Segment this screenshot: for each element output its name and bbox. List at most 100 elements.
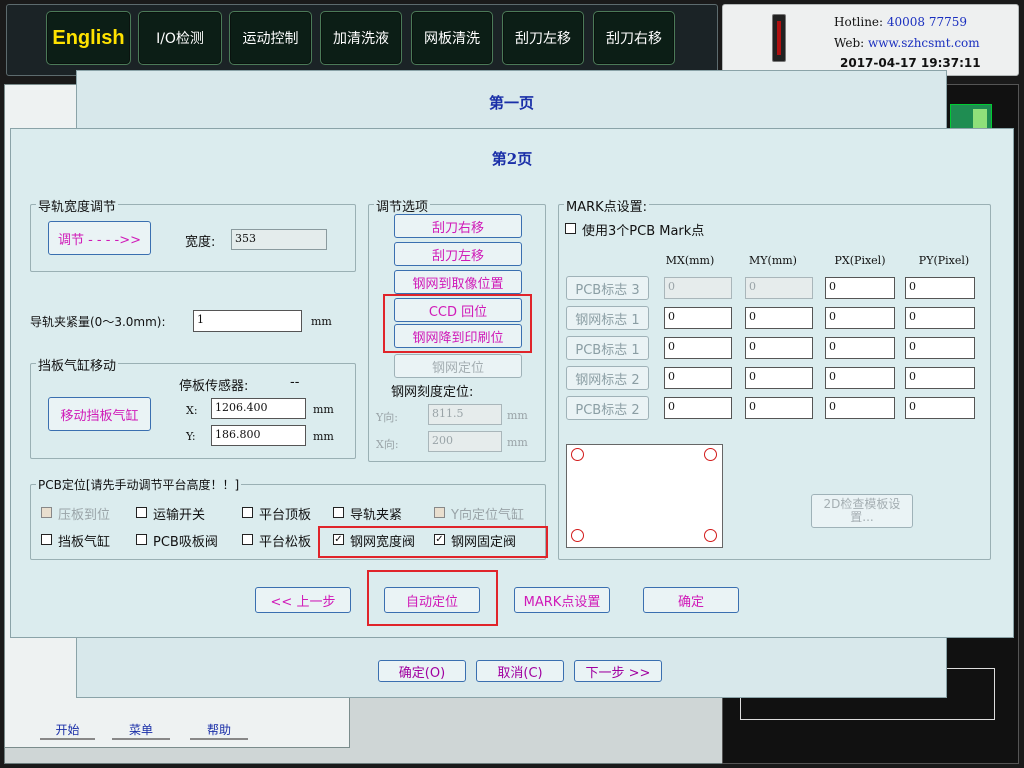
stencil-to-capture-button[interactable]: 钢网到取像位置 [394, 270, 522, 294]
mark-value-field[interactable]: 0 [745, 307, 813, 329]
prev-step-button[interactable]: << 上一步 [255, 587, 351, 613]
clamp-unit: mm [311, 315, 332, 328]
stopper-x-unit: mm [313, 403, 334, 416]
squeegee-right-button[interactable]: 刮刀右移 [593, 11, 675, 65]
mark-point-icon [571, 448, 584, 461]
stencil-position-button[interactable]: 钢网定位 [394, 354, 522, 378]
mark-point-icon [704, 448, 717, 461]
mark-value-field[interactable]: 0 [664, 337, 732, 359]
io-check-button[interactable]: I/O检测 [138, 11, 222, 65]
pcb-option-label: 压板到位 [58, 508, 111, 523]
mark-value-field[interactable]: 0 [664, 397, 732, 419]
stopper-sensor-label: 停板传感器: [179, 379, 249, 394]
stencil-x-unit: mm [507, 436, 528, 449]
mark-header-py: PY(Pixel) [918, 254, 970, 267]
pcb-option-label: Y向定位气缸 [451, 508, 524, 523]
web-label: Web: [834, 36, 865, 50]
squeegee-left-option-button[interactable]: 刮刀左移 [394, 242, 522, 266]
mark-value-field[interactable]: 0 [664, 367, 732, 389]
mark-value-field[interactable]: 0 [745, 367, 813, 389]
tab-menu[interactable]: 菜单 [112, 720, 170, 740]
mark-header-px: PX(Pixel) [834, 254, 886, 267]
mark-value-field[interactable]: 0 [905, 367, 975, 389]
mark-value-field[interactable]: 0 [664, 307, 732, 329]
stopper-x-field[interactable]: 1206.400 [211, 398, 306, 419]
mark-point-icon [704, 529, 717, 542]
mark-settings-button[interactable]: MARK点设置 [514, 587, 610, 613]
squeegee-right-option-button[interactable]: 刮刀右移 [394, 214, 522, 238]
stencil-x-field[interactable]: 200 [428, 431, 502, 452]
pcb-option-label: PCB吸板阀 [153, 535, 218, 550]
mark-value-field[interactable]: 0 [664, 277, 732, 299]
dialog1-ok-button[interactable]: 确定(O) [378, 660, 466, 682]
2d-template-button[interactable]: 2D检查模板设置... [811, 494, 913, 528]
pcb-option-checkbox[interactable] [41, 507, 52, 518]
pcb-option-label: 平台松板 [259, 535, 312, 550]
mark-value-field[interactable]: 0 [905, 307, 975, 329]
pcb-option-checkbox[interactable] [333, 507, 344, 518]
mark-row-button[interactable]: 钢网标志 2 [566, 366, 649, 390]
mark-value-field[interactable]: 0 [745, 277, 813, 299]
use-3-mark-checkbox[interactable] [565, 223, 576, 234]
pcb-option-checkbox[interactable] [136, 507, 147, 518]
stencil-x-label: X向: [376, 438, 399, 451]
mark-value-field[interactable]: 0 [905, 337, 975, 359]
mark-row-button[interactable]: PCB标志 2 [566, 396, 649, 420]
dialog1-cancel-button[interactable]: 取消(C) [476, 660, 564, 682]
pcb-option-label: 导轨夹紧 [350, 508, 403, 523]
mark-header-my: MY(mm) [749, 254, 797, 267]
pcb-option-checkbox[interactable] [242, 507, 253, 518]
hotline-value: 40008 77759 [886, 15, 968, 29]
stencil-clean-button[interactable]: 网板清洗 [411, 11, 493, 65]
mark-value-field[interactable]: 0 [825, 367, 895, 389]
mark-value-field[interactable]: 0 [745, 397, 813, 419]
dialog1-next-button[interactable]: 下一步 >> [574, 660, 662, 682]
clamp-field[interactable]: 1 [193, 310, 302, 332]
pcb-option-label: 运输开关 [153, 508, 206, 523]
mark-value-field[interactable]: 0 [825, 277, 895, 299]
mark-value-field[interactable]: 0 [825, 307, 895, 329]
stencil-scale-label: 钢网刻度定位: [391, 385, 474, 400]
tab-start[interactable]: 开始 [40, 720, 95, 740]
move-stopper-button[interactable]: 移动挡板气缸 [48, 397, 151, 431]
english-button[interactable]: English [46, 11, 131, 65]
pcb-option-checkbox[interactable] [136, 534, 147, 545]
tab-help[interactable]: 帮助 [190, 720, 248, 740]
pcb-option-checkbox[interactable] [41, 534, 52, 545]
stencil-y-field[interactable]: 811.5 [428, 404, 502, 425]
pcb-option-label: 挡板气缸 [58, 535, 111, 550]
mark-value-field[interactable]: 0 [745, 337, 813, 359]
company-logo-icon [772, 14, 786, 62]
mark-row-button[interactable]: PCB标志 3 [566, 276, 649, 300]
pcb-option-checkbox[interactable] [242, 534, 253, 545]
stopper-y-label: Y: [186, 430, 196, 443]
mark-value-field[interactable]: 0 [825, 337, 895, 359]
rail-width-label: 宽度: [185, 235, 216, 250]
mark-legend: MARK点设置: [564, 196, 650, 215]
highlight-stencil-valves [318, 526, 548, 558]
add-cleaning-fluid-button[interactable]: 加清洗液 [320, 11, 402, 65]
mark-value-field[interactable]: 0 [825, 397, 895, 419]
clamp-label: 导轨夹紧量(0～3.0mm): [30, 315, 166, 329]
mark-value-field[interactable]: 0 [905, 397, 975, 419]
mark-row-button[interactable]: 钢网标志 1 [566, 306, 649, 330]
motion-control-button[interactable]: 运动控制 [229, 11, 312, 65]
pcb-option-checkbox[interactable] [434, 507, 445, 518]
rail-width-field[interactable]: 353 [231, 229, 327, 250]
stopper-sensor-value: -- [290, 375, 300, 390]
mark-row-button[interactable]: PCB标志 1 [566, 336, 649, 360]
rail-adjust-button[interactable]: 调节 - - - ->> [48, 221, 151, 255]
pcb-option-label: 平台顶板 [259, 508, 312, 523]
second-page-title: 第2页 [491, 150, 533, 168]
ok-button[interactable]: 确定 [643, 587, 739, 613]
highlight-ccd-group [383, 294, 532, 353]
mark-value-field[interactable]: 0 [905, 277, 975, 299]
squeegee-left-button[interactable]: 刮刀左移 [502, 11, 584, 65]
hotline-label: Hotline: [834, 15, 884, 29]
stopper-x-label: X: [186, 404, 198, 417]
stopper-y-field[interactable]: 186.800 [211, 425, 306, 446]
mark-header-mx: MX(mm) [665, 254, 715, 267]
web-value: www.szhcsmt.com [868, 36, 980, 50]
stopper-y-unit: mm [313, 430, 334, 443]
mark-preview [566, 444, 723, 548]
